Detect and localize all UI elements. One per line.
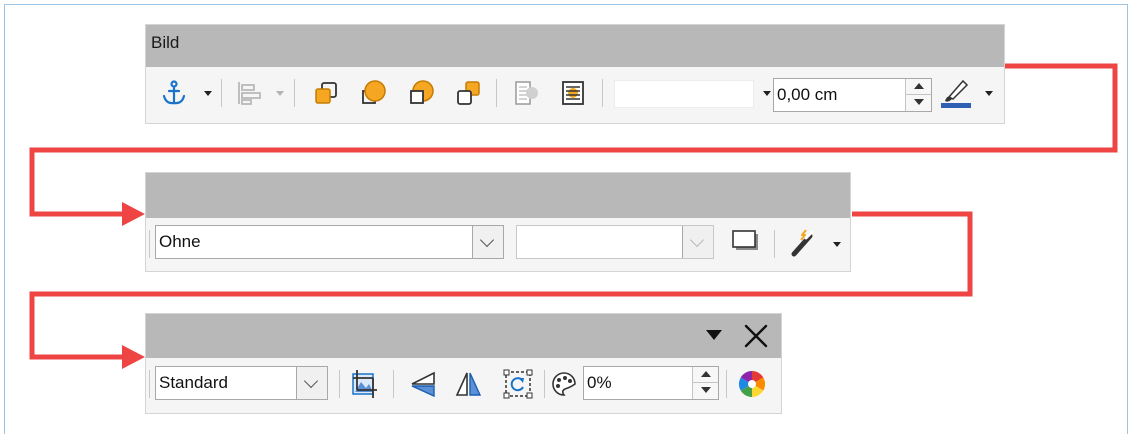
image-toolbar: Standard 0% [145, 313, 782, 414]
area-style-value: Ohne [159, 232, 201, 251]
separator [602, 79, 603, 107]
area-style-dropdown-button[interactable] [472, 226, 503, 258]
image-toolbar-titlebar[interactable] [146, 314, 781, 358]
crop-image-icon[interactable] [349, 368, 381, 400]
area-toolbar-titlebar[interactable] [146, 173, 850, 218]
picture-toolbar-titlebar[interactable]: Bild [146, 25, 1004, 67]
shadow-icon[interactable] [730, 228, 762, 256]
area-toolbar: Ohne [145, 172, 851, 272]
line-color-dropdown-icon[interactable] [985, 91, 993, 96]
separator [774, 230, 775, 258]
align-dropdown-icon [276, 91, 284, 96]
backward-one-icon[interactable] [407, 79, 435, 107]
line-width-decrease-button[interactable] [906, 95, 931, 111]
close-icon[interactable] [743, 323, 769, 349]
area-toolbar-body: Ohne [146, 218, 850, 271]
line-width-field[interactable]: 0,00 cm [773, 78, 932, 112]
separator [496, 79, 497, 107]
fontwork-dropdown-icon[interactable] [833, 242, 841, 247]
line-width-increase-button[interactable] [906, 79, 931, 95]
transparency-decrease-button[interactable] [693, 383, 718, 399]
line-width-spinner [905, 79, 931, 111]
flip-horizontal-icon[interactable] [454, 370, 484, 398]
send-to-back-icon[interactable] [454, 79, 482, 107]
transparency-value: 0% [587, 373, 612, 392]
style-field[interactable] [614, 80, 754, 108]
image-toolbar-body: Standard 0% [146, 358, 781, 413]
flip-vertical-icon[interactable] [408, 370, 438, 398]
picture-toolbar: Bild 0,00 cm [145, 24, 1005, 124]
separator [221, 79, 222, 107]
line-width-value: 0,00 cm [777, 85, 838, 104]
align-objects-icon [234, 79, 262, 107]
wrap-on-icon[interactable] [559, 79, 587, 107]
style-dropdown-icon[interactable] [763, 91, 771, 96]
area-fill-combo [516, 225, 714, 259]
forward-one-icon[interactable] [359, 79, 387, 107]
picture-toolbar-title: Bild [151, 33, 180, 52]
toolbar-menu-icon[interactable] [706, 330, 722, 340]
image-mode-combo[interactable]: Standard [155, 366, 328, 400]
separator [294, 79, 295, 107]
separator [149, 370, 150, 398]
separator [544, 370, 545, 398]
area-style-combo[interactable]: Ohne [155, 225, 504, 259]
separator [393, 370, 394, 398]
bring-to-front-icon[interactable] [312, 79, 340, 107]
picture-toolbar-body: 0,00 cm [146, 67, 1004, 123]
transparency-spinner [692, 367, 718, 399]
image-mode-value: Standard [159, 373, 228, 392]
transparency-increase-button[interactable] [693, 367, 718, 383]
transparency-field[interactable]: 0% [583, 366, 719, 400]
separator [339, 370, 340, 398]
anchor-icon[interactable] [160, 79, 188, 107]
fontwork-wand-icon[interactable] [786, 226, 818, 258]
image-mode-dropdown-button[interactable] [296, 367, 327, 399]
area-fill-dropdown-button [682, 226, 713, 258]
wrap-off-icon[interactable] [512, 79, 540, 107]
separator [149, 230, 150, 258]
line-color-icon[interactable] [939, 77, 973, 109]
transparency-icon[interactable] [551, 371, 577, 397]
anchor-dropdown-icon[interactable] [204, 91, 212, 96]
separator [726, 370, 727, 398]
color-wheel-icon[interactable] [737, 369, 767, 399]
rotate-icon[interactable] [502, 368, 534, 400]
